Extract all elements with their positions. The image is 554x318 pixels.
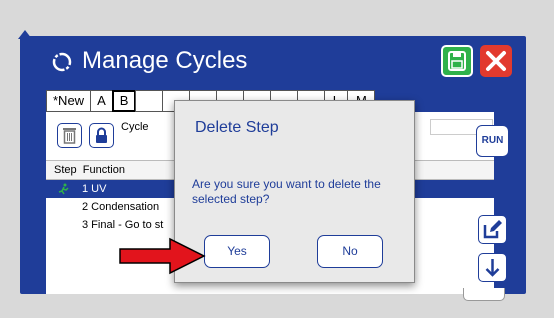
window-header: Manage Cycles bbox=[20, 36, 526, 90]
step-label: 1 UV bbox=[82, 183, 107, 195]
page-title: Manage Cycles bbox=[82, 47, 248, 74]
tab-new[interactable]: *New bbox=[46, 90, 92, 112]
step-label: 2 Condensation bbox=[82, 201, 160, 213]
trash-icon bbox=[63, 128, 76, 144]
yes-button[interactable]: Yes bbox=[204, 235, 270, 268]
panel-tab bbox=[463, 288, 505, 301]
cycle-icon bbox=[52, 52, 72, 72]
delete-step-dialog: Delete Step Are you sure you want to del… bbox=[174, 100, 415, 283]
edit-icon bbox=[483, 220, 502, 239]
step-label: 3 Final - Go to st bbox=[82, 219, 164, 231]
cycle-label: Cycle bbox=[121, 121, 149, 133]
run-icon bbox=[58, 183, 69, 195]
down-arrow-icon bbox=[485, 259, 500, 277]
close-button[interactable] bbox=[480, 45, 512, 77]
lock-icon bbox=[96, 127, 107, 143]
lock-button[interactable] bbox=[89, 123, 114, 148]
move-down-button[interactable] bbox=[478, 253, 507, 282]
dialog-title: Delete Step bbox=[195, 119, 279, 136]
edit-button[interactable] bbox=[478, 215, 507, 244]
tab-b[interactable]: B bbox=[111, 90, 137, 112]
save-icon bbox=[448, 51, 466, 71]
close-icon bbox=[486, 51, 506, 71]
save-button[interactable] bbox=[441, 45, 473, 77]
tab-c[interactable] bbox=[135, 90, 164, 112]
run-button[interactable]: RUN bbox=[476, 125, 509, 157]
dialog-message: Are you sure you want to delete the sele… bbox=[192, 177, 381, 206]
delete-step-button[interactable] bbox=[57, 123, 82, 148]
no-button[interactable]: No bbox=[317, 235, 383, 268]
tab-a[interactable]: A bbox=[90, 90, 113, 112]
pointer-arrow-icon bbox=[119, 237, 206, 275]
